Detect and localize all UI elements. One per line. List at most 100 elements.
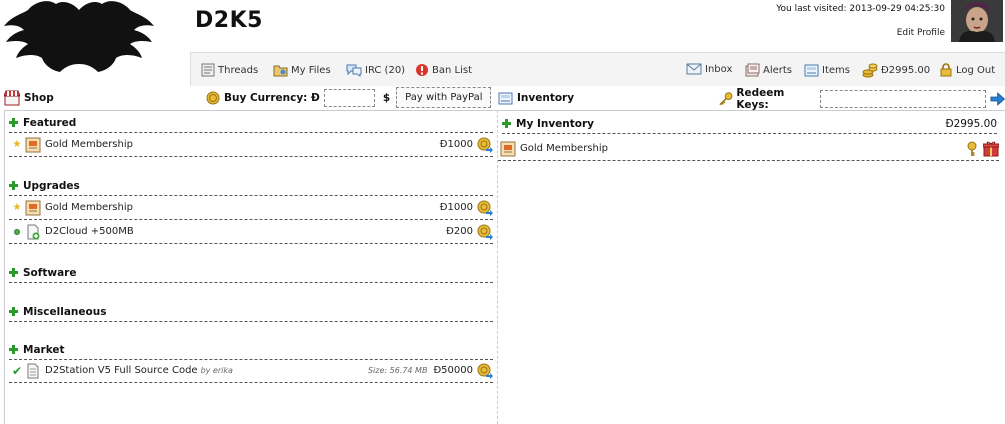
redeem-keys-label: Redeem Keys: bbox=[736, 87, 785, 111]
inventory-bar: Inventory Redeem Keys: bbox=[498, 86, 1005, 111]
nav-log-out[interactable]: Log Out bbox=[939, 63, 995, 77]
inventory-balance: Đ2995.00 bbox=[945, 117, 997, 130]
alerts-icon bbox=[745, 63, 760, 77]
plus-icon bbox=[502, 119, 511, 128]
nav-ban-list-label: Ban List bbox=[432, 64, 472, 76]
nav-inbox[interactable]: Inbox bbox=[686, 63, 732, 75]
nav-items-label: Items bbox=[822, 64, 850, 76]
buy-coin-icon[interactable] bbox=[477, 363, 493, 379]
coin-icon bbox=[206, 91, 220, 104]
plus-icon bbox=[9, 307, 18, 316]
my-inventory-header: My Inventory Đ2995.00 bbox=[502, 114, 997, 134]
nav-bar: Threads My Files IRC (20) Ban List Inbox… bbox=[190, 52, 1005, 86]
item-name: Gold Membership bbox=[45, 139, 133, 150]
currency-amount-input[interactable] bbox=[323, 88, 375, 107]
category-title: Miscellaneous bbox=[23, 305, 107, 318]
buy-coin-icon[interactable] bbox=[477, 137, 493, 153]
inventory-item-row[interactable]: Gold Membership bbox=[498, 137, 999, 161]
nav-my-files-label: My Files bbox=[291, 64, 331, 76]
edit-profile-link[interactable]: Edit Profile bbox=[897, 28, 945, 38]
item-price: Đ1000 bbox=[439, 202, 473, 213]
arrow-right-icon[interactable] bbox=[990, 91, 1005, 107]
nav-alerts[interactable]: Alerts bbox=[745, 63, 792, 77]
inventory-title: Inventory bbox=[517, 92, 575, 104]
my-inventory-title: My Inventory bbox=[516, 117, 595, 130]
nav-ban-list[interactable]: Ban List bbox=[415, 63, 472, 77]
plus-icon bbox=[9, 118, 18, 127]
shop-item-row[interactable]: ★ Gold Membership Đ1000 bbox=[9, 196, 493, 220]
buy-coin-icon[interactable] bbox=[477, 200, 493, 216]
shop-panel: Featured ★ Gold Membership Đ1000 Upgrade… bbox=[4, 110, 498, 424]
membership-card-icon bbox=[25, 200, 41, 215]
item-price: Đ200 bbox=[446, 226, 473, 237]
coins-icon bbox=[862, 63, 878, 78]
category-market[interactable]: Market bbox=[9, 340, 493, 360]
key-icon[interactable] bbox=[965, 141, 979, 157]
file-add-icon bbox=[27, 224, 40, 239]
avatar[interactable] bbox=[951, 0, 1003, 42]
chat-bubbles-icon bbox=[346, 64, 362, 77]
checkmark-icon: ✔ bbox=[11, 363, 23, 378]
membership-card-icon bbox=[500, 141, 516, 156]
nav-alerts-label: Alerts bbox=[763, 64, 793, 76]
site-logo[interactable] bbox=[4, 0, 154, 74]
gift-icon[interactable] bbox=[983, 141, 999, 157]
inventory-icon bbox=[498, 92, 513, 104]
item-name: D2Cloud +500MB bbox=[45, 226, 134, 237]
nav-my-files[interactable]: My Files bbox=[273, 63, 331, 77]
status-dot-icon bbox=[14, 228, 20, 235]
shop-bar: Shop Buy Currency: Đ $ Pay with PayPal bbox=[4, 86, 494, 110]
item-name: Gold Membership bbox=[45, 202, 133, 213]
nav-balance-label: Đ2995.00 bbox=[881, 65, 931, 76]
item-name-wrap: D2Station V5 Full Source Code by erika bbox=[45, 365, 368, 376]
last-visited-text: You last visited: 2013-09-29 04:25:30 bbox=[776, 4, 945, 14]
category-title: Featured bbox=[23, 116, 77, 129]
nav-items[interactable]: Items bbox=[804, 63, 850, 77]
buy-coin-icon[interactable] bbox=[477, 224, 493, 240]
folder-icon bbox=[273, 65, 288, 77]
inventory-panel: My Inventory Đ2995.00 Gold Membership bbox=[498, 110, 1005, 424]
category-title: Software bbox=[23, 266, 77, 279]
star-icon: ★ bbox=[12, 202, 22, 213]
items-icon bbox=[804, 64, 819, 77]
nav-balance[interactable]: Đ2995.00 bbox=[862, 63, 930, 78]
alert-circle-icon bbox=[416, 64, 428, 76]
nav-irc[interactable]: IRC (20) bbox=[346, 63, 405, 77]
shop-icon bbox=[4, 90, 20, 106]
shop-item-row[interactable]: ★ Gold Membership Đ1000 bbox=[9, 133, 493, 157]
category-upgrades[interactable]: Upgrades bbox=[9, 176, 493, 196]
plus-icon bbox=[9, 268, 18, 277]
item-name: D2Station V5 Full Source Code bbox=[45, 365, 198, 376]
category-title: Market bbox=[23, 343, 65, 356]
item-size: Size: 56.74 MB bbox=[367, 366, 428, 375]
shop-item-row[interactable]: ✔ D2Station V5 Full Source Code by erika … bbox=[9, 359, 493, 383]
lock-icon bbox=[940, 63, 952, 77]
redeem-key-input[interactable] bbox=[820, 90, 986, 108]
pay-with-paypal-button[interactable]: Pay with PayPal bbox=[396, 87, 492, 108]
nav-threads[interactable]: Threads bbox=[201, 63, 258, 77]
plus-icon bbox=[9, 345, 18, 354]
nav-irc-label: IRC (20) bbox=[365, 64, 406, 76]
nav-inbox-label: Inbox bbox=[705, 63, 733, 75]
item-price: Đ1000 bbox=[439, 139, 473, 150]
nav-log-out-label: Log Out bbox=[956, 64, 996, 76]
shop-item-row[interactable]: D2Cloud +500MB Đ200 bbox=[9, 220, 493, 244]
buy-currency-label: Buy Currency: Đ bbox=[224, 91, 320, 104]
membership-card-icon bbox=[25, 137, 41, 152]
envelope-icon bbox=[686, 63, 702, 75]
category-software[interactable]: Software bbox=[9, 263, 493, 283]
plus-icon bbox=[9, 181, 18, 190]
category-title: Upgrades bbox=[23, 179, 80, 192]
item-price: Đ50000 bbox=[433, 365, 473, 376]
item-author[interactable]: by erika bbox=[201, 366, 233, 375]
shop-title: Shop bbox=[24, 92, 54, 104]
star-icon: ★ bbox=[12, 139, 22, 150]
item-name: Gold Membership bbox=[520, 143, 608, 154]
category-featured[interactable]: Featured bbox=[9, 113, 493, 133]
site-title: D2K5 bbox=[195, 8, 263, 33]
dollar-label: $ bbox=[382, 91, 391, 104]
nav-threads-label: Threads bbox=[218, 64, 259, 76]
key-icon bbox=[719, 92, 733, 106]
document-icon bbox=[27, 363, 39, 378]
category-miscellaneous[interactable]: Miscellaneous bbox=[9, 302, 493, 322]
